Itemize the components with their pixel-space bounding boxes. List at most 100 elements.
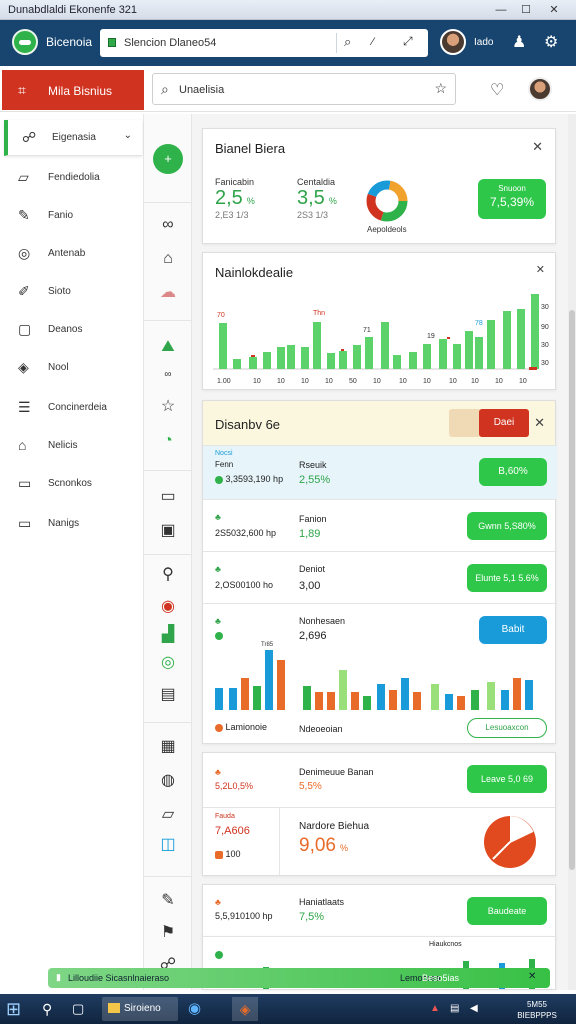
window-title: Dunabdlaldi Ekonenfe 321: [8, 4, 138, 16]
x-tick: 10: [301, 378, 309, 385]
scrollbar[interactable]: [568, 114, 576, 990]
expand-icon[interactable]: ⤢: [403, 34, 413, 49]
window-titlebar: Dunabdlaldi Ekonenfe 321 — ☐ ✕: [0, 0, 576, 20]
list-row[interactable]: ♣ 2,OS00100 ho Deniot 3,00 Elunte 5,1 5.…: [203, 551, 557, 603]
task-view-icon[interactable]: ▢: [72, 997, 92, 1021]
search-icon[interactable]: ⚲: [42, 997, 62, 1021]
sidebar-item-nanigs[interactable]: ▭ Nanigs: [4, 506, 142, 542]
app-icon[interactable]: ◈: [232, 997, 258, 1021]
header-chip[interactable]: [449, 409, 481, 437]
slash-icon[interactable]: ⁄: [372, 36, 374, 48]
legend-dot: [215, 723, 223, 732]
loop-icon[interactable]: ∞: [156, 364, 180, 386]
x-tick: 10: [471, 378, 479, 385]
card-title: Bianel Biera: [215, 141, 286, 156]
scrollbar-thumb[interactable]: [569, 310, 575, 870]
house-icon[interactable]: ⌂: [156, 248, 180, 270]
row-action-button[interactable]: Gwnn 5,S80%: [467, 512, 547, 540]
user-icon[interactable]: ♟: [512, 32, 526, 52]
maximize-button[interactable]: ☐: [515, 2, 537, 18]
network-icon[interactable]: ▤: [450, 997, 464, 1021]
brand-panel[interactable]: ⌗ Mila Bisnius: [2, 70, 144, 110]
link-icon[interactable]: ⚲: [156, 564, 180, 586]
notification-bar[interactable]: ▮ Lilloudiie Sicasnlnaieraso Lemoorea Be…: [48, 968, 550, 988]
primary-action-button[interactable]: Snuoon 7,5,39%: [478, 179, 546, 219]
taskbar-app[interactable]: Siroieno: [102, 997, 178, 1021]
rail-divider: [144, 722, 192, 723]
sidebar-item-nool[interactable]: ◈ Nool: [4, 350, 142, 386]
secondary-search[interactable]: ⌕ Unaelisia ☆: [152, 73, 456, 105]
chart-icon[interactable]: ▟: [156, 624, 180, 646]
close-window-button[interactable]: ✕: [543, 2, 565, 18]
grid-icon[interactable]: ▦: [156, 736, 180, 758]
star-icon[interactable]: ☆: [434, 80, 447, 97]
global-search-bar[interactable]: Slencion Dlaneo54 ⌕ ⁄ ⤢: [100, 29, 428, 57]
star-icon[interactable]: ☆: [156, 396, 180, 418]
list-icon: ☰: [18, 399, 31, 415]
sidebar-item-antenab[interactable]: ◎ Antenab: [4, 236, 142, 272]
circle-icon[interactable]: ◎: [156, 652, 180, 674]
chart-footer-button[interactable]: Lesuoaxcon: [467, 718, 547, 738]
settings-icon[interactable]: ⚙: [544, 32, 558, 52]
pin-icon[interactable]: ⚑: [156, 922, 180, 944]
alert-icon[interactable]: ▲: [430, 997, 444, 1021]
add-button[interactable]: +: [153, 144, 183, 174]
clock[interactable]: 5M55 BIEBPPPS: [504, 997, 570, 1021]
close-icon[interactable]: ✕: [528, 971, 536, 982]
sidebar-item-fendiedolia[interactable]: ▱ Fendiedolia: [4, 160, 142, 196]
folder-icon[interactable]: ▱: [156, 804, 180, 826]
record-icon[interactable]: ◉: [156, 596, 180, 618]
close-icon[interactable]: ✕: [536, 263, 545, 276]
sidebar-item-deanos[interactable]: ▢ Deanos: [4, 312, 142, 348]
row-action-button[interactable]: Baudeate: [467, 897, 547, 925]
infinity-icon[interactable]: ∞: [156, 214, 180, 236]
row-action-button[interactable]: Elunte 5,1 5.6%: [467, 564, 547, 592]
minimize-button[interactable]: —: [490, 2, 512, 18]
search-icon[interactable]: ⌕: [344, 34, 351, 50]
row-action-button[interactable]: B,60%: [479, 458, 547, 486]
close-icon[interactable]: ✕: [532, 139, 543, 155]
detail-action-button[interactable]: Leave 5,0 69: [467, 765, 547, 793]
user-name[interactable]: Iado: [474, 37, 493, 48]
notification-icon: ▮: [56, 972, 61, 982]
summary-row-card: ♣ 5,5,910100 hp Haniatlaats 7,5% Baudeat…: [202, 884, 556, 940]
header-action-button[interactable]: Daei: [479, 409, 529, 437]
mountain-icon[interactable]: ⛰: [156, 336, 180, 358]
compass-icon[interactable]: ◍: [156, 770, 180, 792]
volume-icon[interactable]: ◀: [470, 997, 484, 1021]
list-row[interactable]: Nocsi Fenn 3,3593,190 hp Rseuik 2,55% B,…: [203, 445, 557, 499]
chevron-down-icon[interactable]: ⌄: [124, 130, 132, 141]
y-tick: 30: [541, 304, 549, 311]
avatar[interactable]: [528, 77, 552, 101]
bell-icon[interactable]: ♡: [490, 80, 504, 100]
share-icon[interactable]: ◫: [156, 834, 180, 856]
print-icon[interactable]: ▤: [156, 684, 180, 706]
sidebar-item-eigenasia[interactable]: ☍ Eigenasia ⌄: [4, 120, 142, 156]
app-name: Bicenoia: [46, 35, 93, 49]
tray-icon[interactable]: ▣: [156, 520, 180, 542]
x-tick: 10: [277, 378, 285, 385]
grid-icon: ⌗: [18, 82, 26, 98]
global-search-placeholder[interactable]: Slencion Dlaneo54: [124, 37, 216, 49]
sidebar-item-nelicis[interactable]: ⌂ Nelicis: [4, 428, 142, 464]
leaf-icon: ♣: [215, 616, 221, 626]
sidebar-item-scnonkos[interactable]: ▭ Scnonkos: [4, 466, 142, 502]
sidebar-item-label: Deanos: [48, 324, 83, 335]
close-icon[interactable]: ✕: [534, 415, 545, 431]
sidebar-item-concinerdeia[interactable]: ☰ Concinerdeia: [4, 390, 142, 426]
sidebar-item-fanio[interactable]: ✎ Fanio: [4, 198, 142, 234]
secondary-search-text[interactable]: Unaelisia: [179, 84, 224, 96]
sidebar-item-label: Scnonkos: [48, 478, 92, 489]
avatar[interactable]: [440, 29, 466, 55]
sidebar-item-sioto[interactable]: ✐ Sioto: [4, 274, 142, 310]
browser-icon[interactable]: ◉: [188, 997, 212, 1021]
pie-icon[interactable]: ◔: [156, 430, 180, 452]
window-icon[interactable]: ▭: [156, 486, 180, 508]
edit-icon[interactable]: ✎: [156, 890, 180, 912]
start-button[interactable]: ⊞: [6, 997, 32, 1021]
pen-icon: ✐: [18, 283, 30, 299]
sub-value: 7,A606: [215, 825, 250, 837]
list-row[interactable]: ♣ 2S5032,600 hp Fanion 1,89 Gwnn 5,S80%: [203, 499, 557, 551]
cloud-icon[interactable]: ☁: [156, 282, 180, 304]
divider: [279, 807, 280, 875]
